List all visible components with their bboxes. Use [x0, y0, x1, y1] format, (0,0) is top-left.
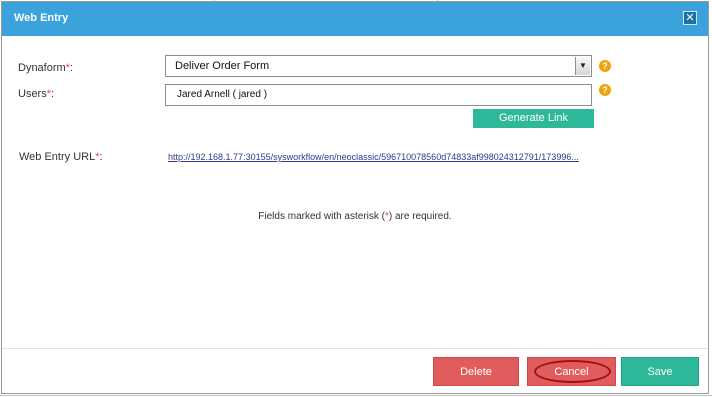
close-icon[interactable]: ✕ [683, 11, 697, 25]
dialog-title: Web Entry [14, 12, 69, 24]
save-button[interactable]: Save [621, 357, 699, 386]
help-icon[interactable]: ? [599, 84, 611, 96]
users-field-value: Jared Arnell ( jared ) [177, 89, 268, 100]
web-entry-url-label: Web Entry URL*: [19, 151, 103, 163]
required-fields-note: Fields marked with asterisk (*) are requ… [258, 211, 452, 222]
chevron-down-icon[interactable]: ▼ [575, 57, 590, 75]
web-entry-dialog: Web Entry ✕ Dynaform*: Deliver Order For… [1, 1, 709, 394]
web-entry-url-link[interactable]: http://192.168.1.77:30155/sysworkflow/en… [168, 152, 579, 162]
dynaform-select[interactable]: Deliver Order Form ▼ [165, 55, 592, 77]
dynaform-selected-value: Deliver Order Form [175, 60, 270, 72]
dialog-titlebar: Web Entry ✕ [2, 2, 708, 36]
background-divider [0, 395, 712, 396]
footer-divider [2, 348, 708, 349]
cancel-button[interactable]: Cancel [527, 357, 616, 386]
dynaform-label: Dynaform*: [18, 62, 74, 74]
users-field[interactable]: Jared Arnell ( jared ) [165, 84, 592, 106]
cancel-button-label: Cancel [554, 366, 589, 378]
generate-link-button[interactable]: Generate Link [473, 109, 594, 128]
delete-button[interactable]: Delete [433, 357, 519, 386]
help-icon[interactable]: ? [599, 60, 611, 72]
users-label: Users*: [18, 88, 55, 100]
